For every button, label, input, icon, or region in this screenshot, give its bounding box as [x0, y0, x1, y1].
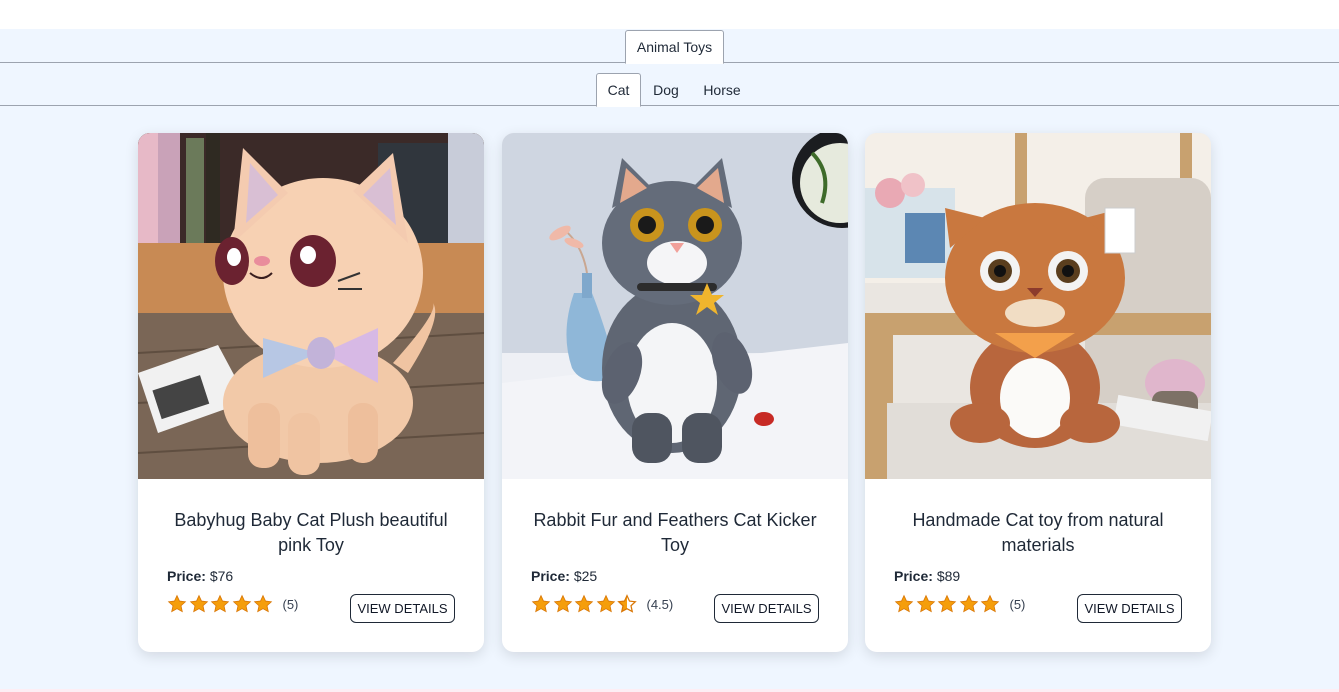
- rating-stars: (5): [894, 594, 1025, 614]
- product-title: Rabbit Fur and Feathers Cat Kicker Toy: [533, 510, 817, 555]
- rating-count: (4.5): [646, 596, 674, 612]
- star-full-icon: [916, 594, 935, 613]
- star-full-icon: [210, 594, 230, 613]
- view-details-button[interactable]: VIEW DETAILS: [1077, 594, 1182, 623]
- tab-animal-toys[interactable]: Animal Toys: [625, 30, 724, 64]
- tab-cat[interactable]: Cat: [596, 73, 641, 107]
- star-full-icon: [596, 594, 615, 613]
- star-full-icon: [574, 594, 594, 613]
- rating-stars: (4.5): [531, 594, 673, 614]
- star-full-icon: [553, 594, 572, 613]
- view-details-button[interactable]: VIEW DETAILS: [714, 594, 819, 623]
- product-image[interactable]: [865, 133, 1211, 479]
- product-image[interactable]: [502, 133, 848, 479]
- price-value: $25: [573, 568, 598, 584]
- tab-horse[interactable]: Horse: [697, 73, 747, 106]
- star-full-icon: [253, 594, 273, 613]
- product-card: Handmade Cat toy from natural materials …: [865, 133, 1211, 652]
- category-tab-list: Animal Toys: [0, 29, 1339, 64]
- star-full-icon: [937, 594, 957, 613]
- price-value: $76: [209, 568, 234, 584]
- product-image[interactable]: [138, 133, 484, 479]
- product-card: Rabbit Fur and Feathers Cat Kicker Toy P…: [502, 133, 848, 652]
- product-card: Babyhug Baby Cat Plush beautiful pink To…: [138, 133, 484, 652]
- rating-stars: (5): [167, 594, 298, 614]
- product-title: Babyhug Baby Cat Plush beautiful pink To…: [174, 510, 448, 555]
- price-label: Price:: [531, 568, 570, 584]
- star-full-icon: [189, 594, 208, 613]
- product-price: Price: $89: [894, 568, 960, 584]
- rating-count: (5): [1009, 596, 1026, 612]
- top-bar: [0, 0, 1339, 29]
- star-full-icon: [232, 594, 251, 613]
- price-label: Price:: [894, 568, 933, 584]
- product-price: Price: $76: [167, 568, 233, 584]
- product-price: Price: $25: [531, 568, 597, 584]
- price-label: Price:: [167, 568, 206, 584]
- star-full-icon: [894, 594, 914, 613]
- star-full-icon: [167, 594, 187, 613]
- rating-count: (5): [282, 596, 299, 612]
- product-title: Handmade Cat toy from natural materials: [912, 510, 1164, 555]
- star-half-icon: [617, 594, 637, 613]
- view-details-button[interactable]: VIEW DETAILS: [350, 594, 455, 623]
- main-area: Animal Toys Cat Dog Horse Babyhug Baby C…: [0, 29, 1339, 692]
- star-full-icon: [531, 594, 551, 613]
- subcategory-tab-list: Cat Dog Horse: [0, 72, 1339, 107]
- tab-dog[interactable]: Dog: [645, 73, 687, 106]
- star-full-icon: [959, 594, 978, 613]
- star-full-icon: [980, 594, 1000, 613]
- price-value: $89: [936, 568, 961, 584]
